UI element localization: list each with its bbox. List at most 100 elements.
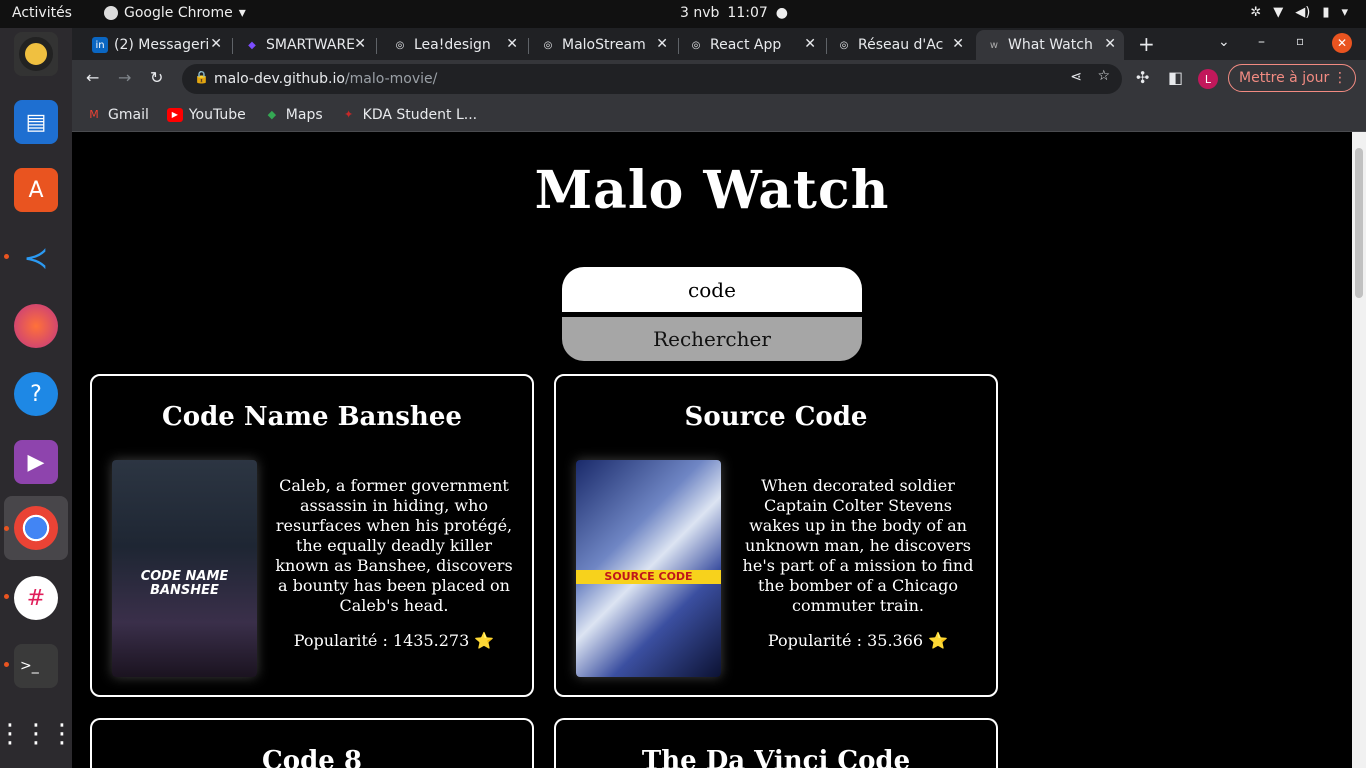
help-icon[interactable]: ? — [14, 372, 58, 416]
video-icon[interactable]: ▶ — [14, 440, 58, 484]
maximize-button[interactable]: ▫ — [1296, 34, 1304, 48]
globe-icon: ◎ — [691, 39, 701, 51]
share-icon[interactable]: ⋖ — [1070, 69, 1082, 85]
globe-icon: ◎ — [543, 39, 553, 51]
youtube-icon: ▶ — [166, 107, 183, 122]
terminal-icon[interactable]: >_ — [14, 644, 58, 688]
tab-react-app[interactable]: ◎ React App ✕ — [678, 30, 824, 60]
movie-card: Code 8 — [90, 718, 534, 768]
bookmark-gmail[interactable]: M Gmail — [86, 107, 149, 123]
chevron-down-icon: ▾ — [1341, 5, 1348, 20]
gmail-icon: M — [89, 108, 99, 121]
software-icon[interactable]: A — [14, 168, 58, 212]
movie-popularity: Popularité : 35.366 ⭐ — [767, 631, 949, 650]
browser-chrome: in (2) Messagerie ✕ ◆ SMARTWARE ✕ ◎ Lea!desig… — [72, 28, 1366, 132]
battery-icon: ▮ — [1322, 5, 1330, 20]
writer-icon[interactable]: ▤ — [14, 100, 58, 144]
movie-title: Code 8 — [262, 746, 362, 768]
forward-icon[interactable]: → — [118, 68, 131, 87]
close-icon[interactable]: ✕ — [1104, 36, 1116, 52]
reload-icon[interactable]: ↻ — [150, 68, 163, 87]
movie-title: The Da Vinci Code — [641, 746, 911, 768]
lock-icon: 🔒 — [194, 70, 209, 84]
close-icon[interactable]: ✕ — [354, 36, 366, 52]
bookmark-youtube[interactable]: ▶ YouTube — [166, 107, 246, 123]
page-scrollbar[interactable] — [1352, 132, 1366, 768]
tab-smartware[interactable]: ◆ SMARTWARE ✕ — [234, 30, 374, 60]
window-close-button[interactable]: ✕ — [1332, 33, 1352, 53]
chrome-small-icon — [104, 6, 118, 20]
smartware-icon: ◆ — [248, 39, 256, 51]
close-icon[interactable]: ✕ — [210, 36, 222, 52]
time: 11:07 — [727, 5, 768, 21]
movie-poster[interactable]: SOURCE CODE — [576, 460, 721, 677]
firefox-icon[interactable] — [14, 304, 58, 348]
new-tab-button[interactable]: + — [1138, 32, 1155, 56]
poster-title: SOURCE CODE — [576, 570, 721, 584]
close-icon[interactable]: ✕ — [506, 36, 518, 52]
globe-icon: ◎ — [395, 39, 405, 51]
scrollbar-thumb[interactable] — [1355, 148, 1363, 298]
tab-search-icon[interactable]: ⌄ — [1218, 34, 1230, 50]
update-button[interactable]: Mettre à jour ⋮ — [1228, 64, 1356, 92]
linkedin-icon: in — [92, 37, 108, 53]
avatar[interactable]: L — [1198, 69, 1218, 89]
movie-poster[interactable]: CODE NAME BANSHEE — [112, 460, 257, 677]
bookmark-star-icon[interactable]: ☆ — [1097, 68, 1110, 84]
vscode-icon[interactable]: ≺ — [14, 236, 58, 280]
url-host: malo-dev.github.io — [214, 71, 345, 87]
date: 3 nvb — [680, 5, 720, 21]
system-tray[interactable]: ✲ ▼ ◀) ▮ ▾ — [1250, 5, 1348, 20]
side-panel-icon[interactable]: ◧ — [1168, 68, 1183, 87]
tab-leadesign[interactable]: ◎ Lea!design ✕ — [382, 30, 526, 60]
movie-description: Caleb, a former government assassin in h… — [275, 476, 513, 615]
movie-popularity: Popularité : 1435.273 ⭐ — [293, 631, 495, 650]
back-icon[interactable]: ← — [86, 68, 99, 87]
os-top-bar: Activités Google Chrome ▾ 3 nvb 11:07 ● … — [0, 0, 1366, 28]
chevron-down-icon: ▾ — [238, 5, 246, 21]
volume-icon: ◀) — [1295, 5, 1311, 20]
globe-icon: ◎ — [839, 39, 849, 51]
what-watch-icon: w — [989, 39, 999, 51]
movie-description: When decorated soldier Captain Colter St… — [742, 476, 974, 615]
more-icon: ⋮ — [1333, 70, 1347, 86]
app-name: Google Chrome — [124, 5, 233, 21]
extensions-icon[interactable]: ✣ — [1136, 68, 1149, 87]
wifi-icon: ▼ — [1273, 5, 1284, 20]
page-title: Malo Watch — [534, 160, 890, 221]
rhythmbox-icon[interactable] — [14, 32, 58, 76]
tab-malostream[interactable]: ◎ MaloStream ✕ — [530, 30, 676, 60]
maps-icon: ◆ — [267, 108, 277, 121]
toolbar: ← → ↻ 🔒 malo-dev.github.io/malo-movie/ ⋖… — [72, 60, 1366, 98]
bookmark-maps[interactable]: ◆ Maps — [264, 107, 323, 123]
address-bar[interactable]: 🔒 malo-dev.github.io/malo-movie/ ⋖ ☆ — [182, 64, 1122, 94]
bookmarks-bar: M Gmail ▶ YouTube ◆ Maps ✦ KDA Student L... — [72, 98, 1366, 132]
app-menu[interactable]: Google Chrome ▾ — [104, 5, 246, 21]
tab-messagerie[interactable]: in (2) Messagerie ✕ — [82, 30, 230, 60]
bookmark-kda[interactable]: ✦ KDA Student L... — [341, 107, 477, 123]
tab-strip: in (2) Messagerie ✕ ◆ SMARTWARE ✕ ◎ Lea!desig… — [72, 28, 1366, 60]
movie-card: The Da Vinci Code — [554, 718, 998, 768]
search-input[interactable] — [562, 267, 862, 312]
close-icon[interactable]: ✕ — [656, 36, 668, 52]
activities-button[interactable]: Activités — [12, 5, 72, 21]
movie-card: Source Code SOURCE CODE When decorated s… — [554, 374, 998, 697]
clock[interactable]: 3 nvb 11:07 ● — [680, 5, 788, 21]
search-button[interactable]: Rechercher — [562, 317, 862, 361]
movie-card: Code Name Banshee CODE NAME BANSHEE Cale… — [90, 374, 534, 697]
url-path: /malo-movie/ — [344, 71, 438, 87]
web-page: Malo Watch Rechercher Code Name Banshee … — [72, 132, 1352, 768]
slack-tray-icon[interactable]: ✲ — [1250, 5, 1261, 20]
close-icon[interactable]: ✕ — [804, 36, 816, 52]
notification-dot-icon: ● — [775, 5, 788, 21]
poster-title: CODE NAME BANSHEE — [140, 569, 229, 598]
tab-what-watch[interactable]: w What Watch ✕ — [976, 30, 1124, 60]
close-icon[interactable]: ✕ — [952, 36, 964, 52]
dock: ▤ A ≺ ? ▶ # >_ ⋮⋮⋮ — [0, 28, 75, 768]
tab-reseau[interactable]: ◎ Réseau d'Ac ✕ — [826, 30, 972, 60]
movie-title: Code Name Banshee — [162, 402, 462, 432]
chrome-icon[interactable] — [14, 506, 58, 550]
apps-grid-icon[interactable]: ⋮⋮⋮ — [0, 712, 75, 756]
minimize-button[interactable]: – — [1258, 34, 1265, 50]
slack-icon[interactable]: # — [14, 576, 58, 620]
